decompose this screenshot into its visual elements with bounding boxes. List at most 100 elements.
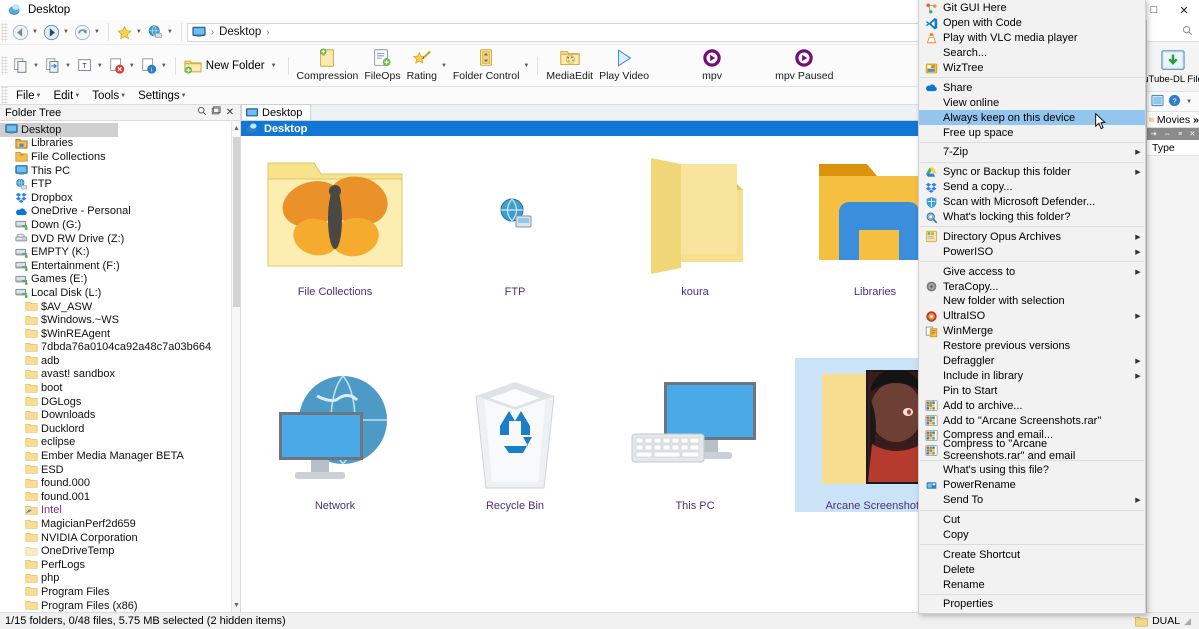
tree-item-windows-ws[interactable]: $Windows.~WS (0, 313, 232, 327)
context-menu-item-copy[interactable]: Copy (919, 527, 1145, 542)
toolbar-item-mediaedit[interactable]: MediaEdit (543, 46, 596, 86)
tree-item-found-001[interactable]: found.001 (0, 490, 232, 504)
tree-item-this-pc[interactable]: This PC (0, 164, 232, 178)
desktop-icon-file-collections[interactable]: File Collections (255, 144, 415, 298)
context-menu-item-defraggler[interactable]: Defraggler▶ (919, 354, 1145, 369)
copy-button[interactable] (10, 54, 32, 78)
context-menu-item-properties[interactable]: Properties (919, 597, 1145, 612)
menubar-gripper[interactable] (1, 86, 8, 105)
context-menu-item-free-up-space[interactable]: Free up space (919, 125, 1145, 140)
tree-item-entertainment-f[interactable]: Entertainment (F:) (0, 259, 232, 273)
back-dropdown-caret[interactable]: ▼ (32, 29, 38, 35)
breadcrumb-root[interactable]: Desktop (219, 26, 261, 38)
desktop-icon-recycle-bin[interactable]: Recycle Bin (435, 358, 595, 512)
help-icon[interactable]: ? (1168, 94, 1181, 110)
toolbar-item-play-video[interactable]: Play Video (596, 46, 652, 86)
tree-item-games-e[interactable]: Games (E:) (0, 273, 232, 287)
context-menu-item-play-with-vlc-media-player[interactable]: Play with VLC media player (919, 31, 1145, 46)
panel-search-field[interactable] (1147, 20, 1199, 42)
tree-item-avast-sandbox[interactable]: avast! sandbox (0, 368, 232, 382)
tree-item-dropbox[interactable]: Dropbox (0, 191, 232, 205)
close-panel-icon[interactable]: ✕ (1189, 130, 1195, 138)
up-button[interactable] (72, 22, 93, 43)
tree-item-found-000[interactable]: found.000 (0, 476, 232, 490)
context-menu-item-rename[interactable]: Rename (919, 577, 1145, 592)
panel-dropdown-caret[interactable]: ▼ (1186, 99, 1192, 105)
ftp-dropdown-caret[interactable]: ▼ (167, 29, 173, 35)
folder-tree-list[interactable]: DesktopLibrariesFile CollectionsThis PCF… (0, 121, 232, 612)
tree-item-php[interactable]: php (0, 572, 232, 586)
desktop-icon-ftp[interactable]: FTP (435, 144, 595, 298)
dual-mode-label[interactable]: DUAL (1152, 615, 1180, 627)
context-menu-item-wiztree[interactable]: WizTree (919, 61, 1145, 76)
tree-item-7dbda76a0104ca92a48c7a03b664[interactable]: 7dbda76a0104ca92a48c7a03b664 (0, 341, 232, 355)
tree-item-adb[interactable]: adb (0, 354, 232, 368)
folder-control-dropdown-caret[interactable]: ▼ (523, 63, 529, 69)
rename-button[interactable]: T (74, 54, 96, 78)
context-menu-item-powerrename[interactable]: PowerRename (919, 478, 1145, 493)
tree-search-icon[interactable] (195, 106, 209, 119)
context-menu-item-always-keep-on-this-device[interactable]: Always keep on this device (919, 110, 1145, 125)
new-folder-button[interactable]: New Folder ▼ (181, 54, 283, 78)
tree-item-program-files-x86[interactable]: Program Files (x86) (0, 599, 232, 612)
move-button[interactable] (42, 54, 64, 78)
picture-preview-icon[interactable] (1151, 94, 1164, 110)
tree-item-intel[interactable]: Intel (0, 504, 232, 518)
tree-item-downloads[interactable]: Downloads (0, 408, 232, 422)
context-menu-item-directory-opus-archives[interactable]: Directory Opus Archives▶ (919, 229, 1145, 244)
context-menu-item-add-to-archive[interactable]: Add to archive... (919, 398, 1145, 413)
menu-item-edit[interactable]: Edit ▼ (47, 87, 86, 104)
context-menu[interactable]: Git GUI HereOpen with CodePlay with VLC … (918, 0, 1146, 614)
context-menu-item-share[interactable]: Share (919, 80, 1145, 95)
tree-item-ember-media-manager-beta[interactable]: Ember Media Manager BETA (0, 449, 232, 463)
resize-grip[interactable]: ◢ (1184, 616, 1191, 627)
context-menu-item-send-a-copy[interactable]: Send a copy... (919, 180, 1145, 195)
new-folder-dropdown-caret[interactable]: ▼ (271, 63, 277, 69)
context-menu-item-scan-with-microsoft-defender[interactable]: Scan with Microsoft Defender... (919, 195, 1145, 210)
properties-button[interactable]: i (138, 54, 160, 78)
tree-item-ftp[interactable]: FTP (0, 177, 232, 191)
context-menu-item-git-gui-here[interactable]: Git GUI Here (919, 1, 1145, 16)
ribbon-gripper[interactable] (1, 56, 8, 75)
type-column-header[interactable]: Type (1147, 140, 1199, 156)
tree-item-av-asw[interactable]: $AV_ASW (0, 300, 232, 314)
tree-item-libraries[interactable]: Libraries (0, 137, 232, 151)
menu-item-file[interactable]: File ▼ (10, 87, 47, 104)
context-menu-item-include-in-library[interactable]: Include in library▶ (919, 368, 1145, 383)
desktop-icon-koura[interactable]: koura (615, 144, 775, 298)
context-menu-item-send-to[interactable]: Send To▶ (919, 493, 1145, 508)
context-menu-item-pin-to-start[interactable]: Pin to Start (919, 383, 1145, 398)
tree-item-onedrive-personal[interactable]: OneDrive - Personal (0, 205, 232, 219)
toolbar-item-rating[interactable]: Rating (404, 46, 440, 86)
context-menu-item-what-s-using-this-file[interactable]: What's using this file? (919, 463, 1145, 478)
back-button[interactable] (10, 22, 31, 43)
tree-undock-icon[interactable] (209, 106, 223, 119)
rename-dropdown-caret[interactable]: ▼ (97, 63, 103, 69)
tree-item-desktop[interactable]: Desktop (0, 123, 118, 137)
context-menu-item-add-to-arcane-screenshots-rar[interactable]: Add to "Arcane Screenshots.rar" (919, 413, 1145, 428)
toolbar-item-folder-control[interactable]: Folder Control (450, 46, 523, 86)
tree-item-nvidia-corporation[interactable]: NVIDIA Corporation (0, 531, 232, 545)
forward-button[interactable] (41, 22, 62, 43)
tree-item-program-files[interactable]: Program Files (0, 585, 232, 599)
toolbar-gripper[interactable] (1, 23, 8, 42)
copy-dropdown-caret[interactable]: ▼ (33, 63, 39, 69)
tree-item-boot[interactable]: boot (0, 381, 232, 395)
context-menu-item-7-zip[interactable]: 7-Zip▶ (919, 145, 1145, 160)
tree-scrollbar[interactable]: ▲ ▼ (231, 121, 240, 612)
expand-icon[interactable]: ⇥ (1151, 130, 1157, 138)
resize-icon[interactable]: ⇔ (1164, 131, 1171, 138)
tree-item-winreagent[interactable]: $WinREAgent (0, 327, 232, 341)
context-menu-item-poweriso[interactable]: PowerISO▶ (919, 244, 1145, 259)
forward-dropdown-caret[interactable]: ▼ (63, 29, 69, 35)
delete-button[interactable] (106, 54, 128, 78)
tab-desktop[interactable]: Desktop (241, 104, 311, 120)
context-menu-item-what-s-locking-this-folder[interactable]: What's locking this folder? (919, 210, 1145, 225)
desktop-icon-network[interactable]: Network (255, 358, 415, 512)
tree-close-icon[interactable]: ✕ (223, 107, 237, 118)
tree-scroll-down[interactable]: ▼ (232, 598, 241, 612)
context-menu-item-compress-to-arcane-screenshots-rar-and-email[interactable]: Compress to "Arcane Screenshots.rar" and… (919, 443, 1145, 458)
rating-dropdown-caret[interactable]: ▼ (441, 63, 447, 69)
context-menu-item-search[interactable]: Search... (919, 46, 1145, 61)
breadcrumb-separator-2[interactable]: › (266, 27, 269, 38)
